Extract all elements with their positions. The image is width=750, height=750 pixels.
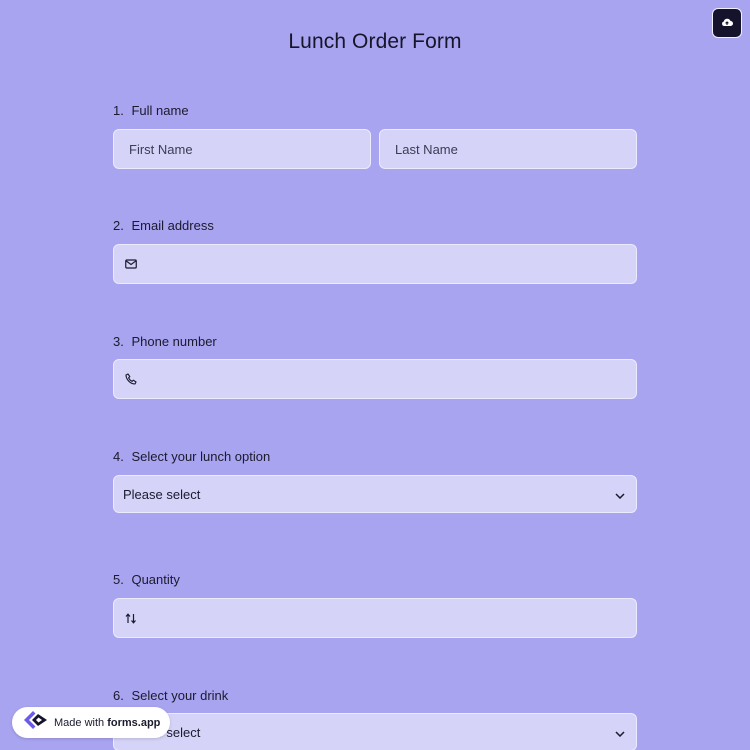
question-number: 3. (113, 334, 124, 349)
question-text: Email address (131, 218, 214, 233)
form-page: Lunch Order Form 1. Full name First Name… (0, 0, 750, 750)
first-name-placeholder: First Name (129, 141, 193, 157)
question-label-lunch-option: 4. Select your lunch option (113, 449, 270, 464)
question-text: Select your lunch option (131, 449, 271, 464)
question-text: Full name (131, 103, 189, 118)
drink-select[interactable]: Please select (113, 713, 637, 750)
email-input[interactable] (113, 244, 637, 284)
question-label-phone: 3. Phone number (113, 334, 217, 349)
quantity-input[interactable] (113, 598, 637, 638)
question-text: Select your drink (131, 688, 229, 703)
question-label-drink: 6. Select your drink (113, 688, 228, 703)
last-name-placeholder: Last Name (395, 141, 458, 157)
first-name-input[interactable]: First Name (113, 129, 371, 169)
last-name-input[interactable]: Last Name (379, 129, 637, 169)
envelope-icon (125, 259, 137, 269)
chevron-down-icon (615, 725, 625, 740)
question-number: 6. (113, 688, 124, 703)
question-number: 4. (113, 449, 124, 464)
question-number: 1. (113, 103, 124, 118)
question-label-email: 2. Email address (113, 218, 214, 233)
phone-input[interactable] (113, 359, 637, 399)
phone-icon (125, 373, 137, 385)
question-text: Phone number (131, 334, 217, 349)
question-label-quantity: 5. Quantity (113, 572, 180, 587)
made-with-forms-app-badge[interactable]: Made with forms.app (12, 707, 170, 738)
badge-text: Made with forms.app (54, 717, 160, 729)
sort-arrows-icon (125, 612, 137, 624)
question-number: 5. (113, 572, 124, 587)
page-title: Lunch Order Form (288, 30, 462, 53)
lunch-select-value: Please select (123, 486, 201, 502)
chevron-down-icon (615, 487, 625, 502)
made-with-label: Made with (54, 716, 105, 729)
brand-name: forms.app (107, 716, 161, 729)
question-number: 2. (113, 218, 124, 233)
question-label-full-name: 1. Full name (113, 103, 189, 118)
question-text: Quantity (131, 572, 180, 587)
forms-app-logo (20, 709, 48, 736)
lunch-option-select[interactable]: Please select (113, 475, 637, 513)
